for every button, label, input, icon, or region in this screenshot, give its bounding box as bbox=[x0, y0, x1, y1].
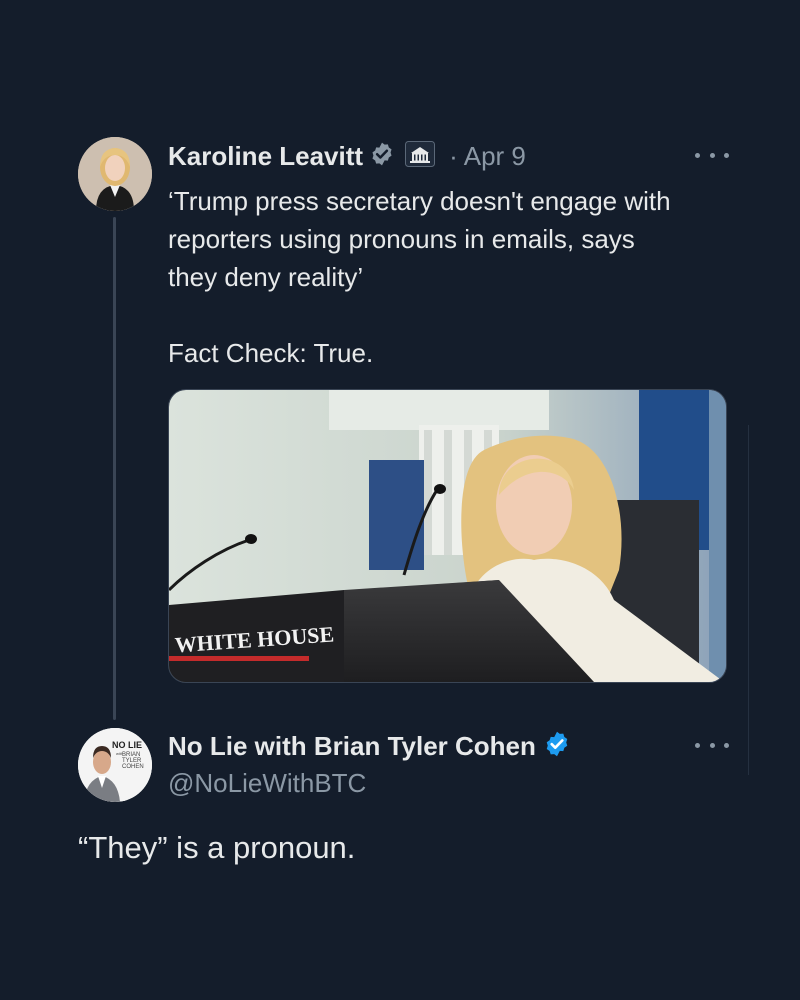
tweet-date[interactable]: Apr 9 bbox=[464, 141, 526, 172]
brian-tyler-cohen-avatar[interactable]: NO LIE with BRIAN TYLER COHEN bbox=[78, 728, 152, 802]
author-name[interactable]: No Lie with Brian Tyler Cohen bbox=[168, 731, 536, 762]
avatar-logo-text: COHEN bbox=[122, 764, 144, 770]
author-handle[interactable]: @NoLieWithBTC bbox=[168, 768, 366, 799]
tweet-header: Karoline Leavitt · Apr 9 bbox=[168, 138, 526, 174]
white-house-icon[interactable] bbox=[405, 140, 436, 172]
avatar-portrait-icon bbox=[78, 137, 152, 211]
tweet-text-line: ‘Trump press secretary doesn't engage wi… bbox=[168, 186, 671, 216]
reply-text: “They” is a pronoun. bbox=[78, 830, 356, 865]
thread-line bbox=[113, 217, 116, 720]
fact-check-text: Fact Check: True. bbox=[168, 338, 374, 368]
verified-badge-blue-icon[interactable] bbox=[543, 730, 571, 763]
divider-line bbox=[748, 425, 749, 775]
dot-separator: · bbox=[449, 140, 458, 171]
karoline-leavitt-avatar[interactable] bbox=[78, 137, 152, 211]
more-options-icon[interactable] bbox=[695, 735, 729, 755]
verified-badge-gray-icon[interactable] bbox=[369, 141, 395, 172]
tweet-text-line: reporters using pronouns in emails, says bbox=[168, 224, 635, 254]
tweet-media-photo[interactable]: WHITE HOUSE bbox=[168, 389, 727, 683]
author-name[interactable]: Karoline Leavitt bbox=[168, 141, 363, 172]
avatar-logo-text: NO LIE bbox=[112, 740, 142, 750]
more-options-icon[interactable] bbox=[695, 145, 729, 165]
press-briefing-photo: WHITE HOUSE bbox=[169, 390, 726, 682]
avatar-portrait-icon: NO LIE with BRIAN TYLER COHEN bbox=[78, 728, 152, 802]
tweet-text-line: they deny reality’ bbox=[168, 262, 364, 292]
tweet-text: ‘Trump press secretary doesn't engage wi… bbox=[168, 182, 738, 372]
reply-header: No Lie with Brian Tyler Cohen bbox=[168, 728, 571, 764]
